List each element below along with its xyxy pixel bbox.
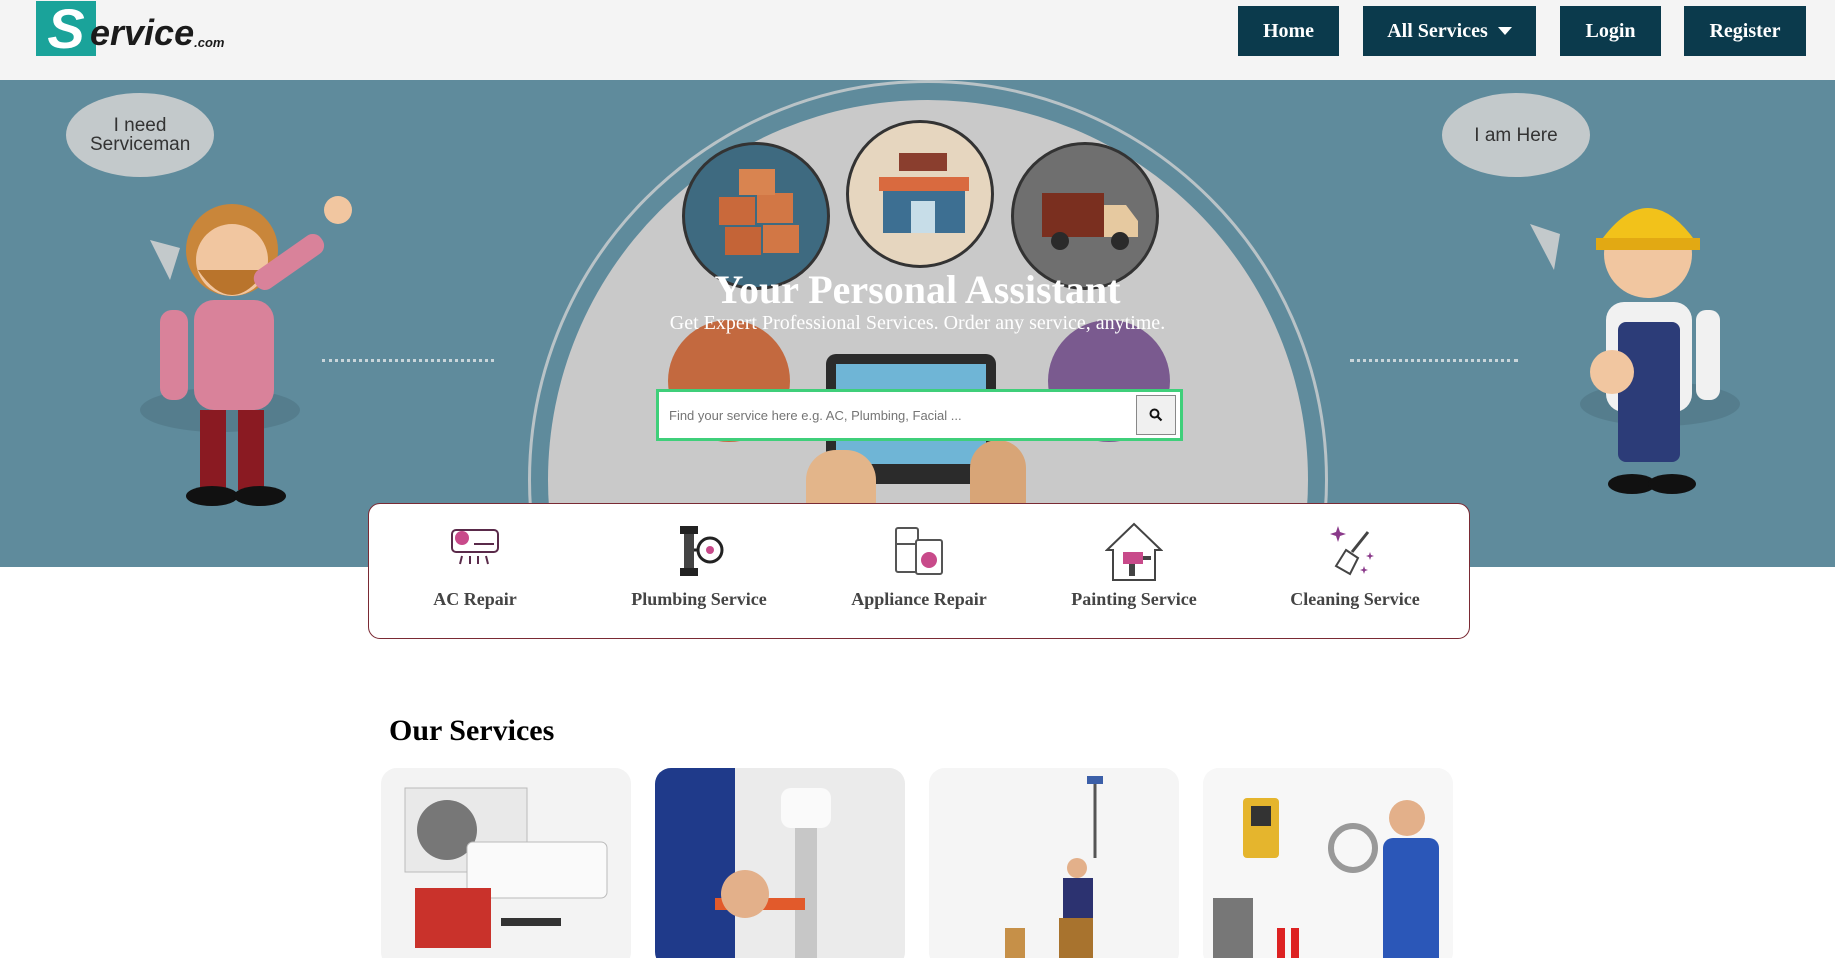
category-painting-service[interactable]: Painting Service bbox=[1049, 504, 1219, 640]
category-label: Cleaning Service bbox=[1290, 589, 1420, 609]
nav-all-services-label: All Services bbox=[1387, 19, 1488, 42]
caret-down-icon bbox=[1497, 27, 1512, 35]
category-label: Plumbing Service bbox=[631, 589, 767, 609]
store-bubble-icon bbox=[846, 120, 994, 268]
nav-home-label: Home bbox=[1262, 19, 1315, 42]
search-input[interactable] bbox=[659, 395, 1136, 435]
category-ac-repair[interactable]: AC Repair bbox=[405, 504, 545, 640]
nav-login-button[interactable]: Login bbox=[1560, 6, 1661, 56]
hero-title: Your Personal Assistant bbox=[714, 267, 1121, 312]
washing-machine-icon bbox=[895, 527, 943, 575]
hand-illustration bbox=[970, 440, 1026, 510]
broom-sparkle-icon bbox=[1330, 526, 1374, 576]
ac-unit-icon bbox=[451, 529, 499, 565]
search-bar bbox=[656, 389, 1183, 441]
service-card-painting[interactable] bbox=[929, 768, 1179, 958]
hero-banner: I need Serviceman I am Here Your Persona… bbox=[0, 80, 1835, 567]
category-plumbing-service[interactable]: Plumbing Service bbox=[609, 504, 789, 640]
hand-illustration bbox=[806, 450, 876, 510]
customer-character-icon bbox=[140, 196, 352, 506]
service-card-plumbing[interactable] bbox=[655, 768, 905, 958]
speech-left-text: I need Serviceman bbox=[90, 115, 191, 155]
speech-right-text: I am Here bbox=[1474, 124, 1558, 146]
hero-subtitle: Get Expert Professional Services. Order … bbox=[669, 312, 1166, 334]
nav-login-label: Login bbox=[1585, 19, 1636, 42]
search-button[interactable] bbox=[1136, 395, 1176, 435]
top-header: S ervice .com Home All Services Login Re… bbox=[0, 0, 1835, 80]
nav-register-button[interactable]: Register bbox=[1684, 6, 1806, 56]
ac-tools-image bbox=[381, 768, 631, 958]
speech-bubble-left: I need Serviceman bbox=[66, 93, 214, 177]
category-appliance-repair[interactable]: Appliance Repair bbox=[829, 504, 1009, 640]
our-services-title: Our Services bbox=[389, 714, 555, 747]
site-logo[interactable]: S ervice .com bbox=[36, 0, 225, 57]
category-label: AC Repair bbox=[433, 589, 517, 609]
service-card-electrical[interactable] bbox=[1203, 768, 1453, 958]
category-strip: AC Repair Plumbing Service Appliance Rep… bbox=[368, 503, 1470, 639]
electrician-tools-image bbox=[1203, 768, 1453, 958]
logo-text: ervice bbox=[90, 12, 195, 53]
painter-roller-image bbox=[929, 768, 1179, 958]
service-card-ac[interactable] bbox=[381, 768, 631, 958]
paint-house-icon bbox=[1105, 522, 1163, 581]
search-icon bbox=[1149, 408, 1163, 422]
plumber-hands-image bbox=[655, 768, 905, 958]
nav-all-services-button[interactable]: All Services bbox=[1363, 6, 1536, 56]
nav-home-button[interactable]: Home bbox=[1238, 6, 1339, 56]
pipe-wrench-icon bbox=[680, 526, 724, 576]
nav-register-label: Register bbox=[1709, 19, 1781, 42]
logo-suffix: .com bbox=[194, 35, 225, 50]
category-label: Appliance Repair bbox=[851, 589, 987, 609]
logo-letter: S bbox=[36, 1, 96, 57]
category-label: Painting Service bbox=[1071, 589, 1197, 609]
dotted-line bbox=[1350, 359, 1518, 362]
category-cleaning-service[interactable]: Cleaning Service bbox=[1265, 504, 1445, 640]
